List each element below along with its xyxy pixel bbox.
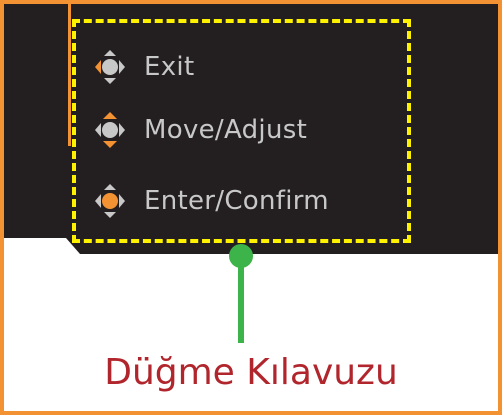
connector-line	[238, 257, 244, 343]
callout-caption: Düğme Kılavuzu	[104, 352, 398, 393]
button-guide-highlight	[72, 19, 411, 243]
connector-dot	[229, 244, 253, 268]
leader-line	[68, 4, 71, 146]
